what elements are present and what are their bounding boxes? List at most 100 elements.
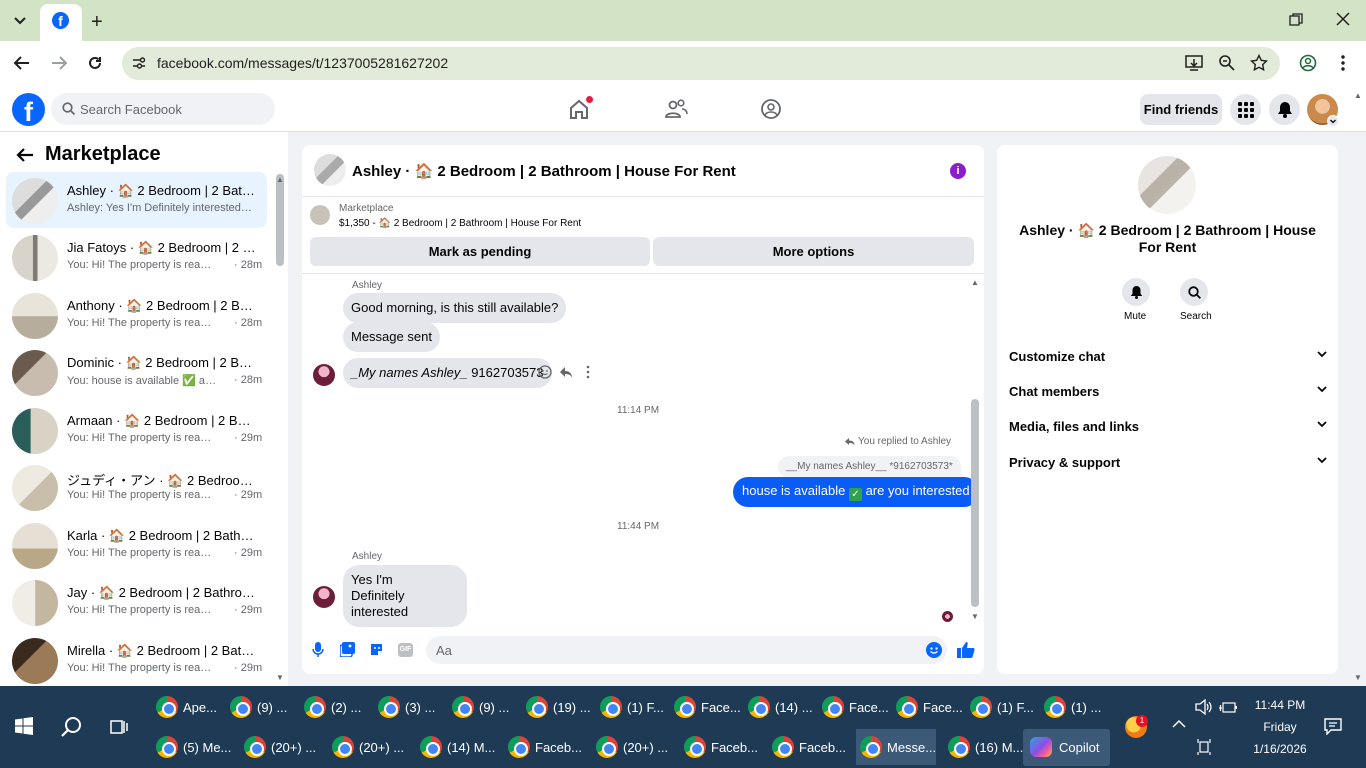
show-hidden-icons-icon[interactable] [1172,719,1186,728]
groups-nav-icon[interactable] [760,98,782,120]
taskbar-window-button[interactable]: (9) ... [448,689,509,725]
windows-start-icon[interactable] [15,717,33,735]
network-icon[interactable] [1197,739,1211,755]
taskbar-window-button[interactable]: Face... [892,689,963,725]
conversation-item[interactable]: Dominic · 🏠 2 Bedroom | 2 Bathroom | Hou… [6,344,267,400]
sidebar-scrollbar[interactable] [276,174,284,266]
taskbar-window-button[interactable]: (1) ... [1040,689,1101,725]
tab-search-button[interactable] [10,10,30,30]
taskbar-window-button[interactable]: (16) M... [944,729,1023,765]
profile-icon[interactable] [1299,54,1317,72]
search-conversation-button[interactable] [1180,278,1208,306]
info-icon[interactable]: i [950,163,966,179]
url-text[interactable]: facebook.com/messages/t/1237005281627202 [157,55,448,71]
taskbar-window-button[interactable]: (1) F... [596,689,664,725]
install-app-icon[interactable] [1185,54,1203,72]
chat-scrollbar[interactable] [971,399,979,607]
conversation-item[interactable]: Mirella · 🏠 2 Bedroom | 2 Bathroom | Hou… [6,632,267,688]
menu-grid-button[interactable] [1230,94,1261,125]
taskbar-window-button[interactable]: (14) ... [744,689,813,725]
message-bubble[interactable]: Good morning, is this still available? [343,293,567,323]
reply-icon[interactable] [559,365,573,379]
privacy-support-section[interactable]: Privacy & support [1009,455,1327,470]
taskbar-window-button[interactable]: (9) ... [226,689,287,725]
like-thumb-icon[interactable] [957,641,975,658]
taskbar-window-button[interactable]: (20+) ... [240,729,316,765]
sender-avatar[interactable] [313,364,335,386]
account-chevron-icon[interactable] [1327,115,1339,127]
zoom-icon[interactable] [1218,54,1236,72]
restore-window-button[interactable] [1289,13,1303,27]
taskbar-window-button[interactable]: Face... [670,689,741,725]
taskbar-window-button[interactable]: Ape... [152,689,217,725]
browser-menu-icon[interactable] [1341,54,1345,72]
taskbar-window-button[interactable]: (19) ... [522,689,591,725]
tab-facebook[interactable]: f [40,4,82,41]
sender-avatar[interactable] [313,586,335,608]
conversation-item[interactable]: Anthony · 🏠 2 Bedroom | 2 Bathroom | Hou… [6,287,267,343]
mark-as-pending-button[interactable]: Mark as pending [310,237,650,266]
conversation-item[interactable]: Armaan · 🏠 2 Bedroom | 2 Bathroom | Hous… [6,402,267,458]
taskbar-window-button[interactable]: (20+) ... [592,729,668,765]
more-actions-icon[interactable] [586,365,590,379]
photo-icon[interactable] [340,642,355,657]
battery-icon[interactable] [1219,702,1237,714]
task-view-icon[interactable] [110,718,128,736]
taskbar-window-button[interactable]: Faceb... [504,729,582,765]
message-bubble[interactable]: _My names Ashley_ 9162703573 [343,358,552,388]
volume-icon[interactable] [1195,699,1213,715]
taskbar-window-button[interactable]: Faceb... [768,729,846,765]
message-input[interactable] [426,636,947,664]
clock-day[interactable]: Friday [1252,720,1308,734]
back-arrow-icon[interactable] [15,146,35,164]
notification-center-icon[interactable] [1324,718,1342,735]
listing-thumbnail[interactable] [310,205,330,225]
scroll-down-icon[interactable]: ▼ [276,673,284,682]
gif-icon[interactable]: GIF [398,643,413,657]
bookmark-star-icon[interactable] [1250,54,1268,72]
taskbar-window-button[interactable]: Face... [818,689,889,725]
mute-button[interactable] [1122,278,1150,306]
microphone-icon[interactable] [312,642,324,658]
page-scroll-down-icon[interactable]: ▼ [1354,673,1362,682]
taskbar-window-button[interactable]: Messe... [856,729,937,765]
new-tab-button[interactable]: + [91,11,103,34]
close-window-button[interactable] [1336,12,1350,26]
message-bubble[interactable]: Message sent [343,322,440,352]
clock-time[interactable]: 11:44 PM [1252,698,1308,712]
taskbar-window-button[interactable]: (5) Me... [152,729,231,765]
conversation-item[interactable]: ジュディ・アン · 🏠 2 Bedroom | 2 Bathroom | Hou… [6,459,267,515]
taskbar-window-button[interactable]: (2) ... [300,689,361,725]
home-nav-icon[interactable] [568,96,593,120]
media-files-links-section[interactable]: Media, files and links [1009,419,1327,434]
quoted-message[interactable]: __My names Ashley__ *9162703573* [778,456,961,478]
site-settings-icon[interactable] [131,55,147,71]
notifications-button[interactable] [1269,94,1300,125]
taskbar-window-button[interactable]: (1) F... [966,689,1034,725]
emoji-icon[interactable] [926,642,942,658]
sticker-icon[interactable] [369,642,384,657]
conversation-item[interactable]: Karla · 🏠 2 Bedroom | 2 Bathroom | House… [6,517,267,573]
listing-price-line[interactable]: $1,350 - 🏠 2 Bedroom | 2 Bathroom | Hous… [339,218,581,229]
chat-scroll-down-icon[interactable]: ▼ [971,612,979,621]
message-bubble[interactable]: Yes I'm Definitely interested [343,565,467,627]
outgoing-message-bubble[interactable]: house is available ✓ are you interested [733,477,979,507]
chat-avatar[interactable] [314,154,346,186]
conversation-item[interactable]: Ashley · 🏠 2 Bedroom | 2 Bathroom | Hous… [6,172,267,228]
chat-members-section[interactable]: Chat members [1009,384,1327,399]
reload-button[interactable] [86,54,104,72]
friends-nav-icon[interactable] [664,98,688,120]
back-button[interactable] [13,54,31,72]
more-options-button[interactable]: More options [653,237,974,266]
taskbar-window-button[interactable]: (14) M... [416,729,495,765]
taskbar-window-button[interactable]: (20+) ... [328,729,404,765]
taskbar-window-button[interactable]: (3) ... [374,689,435,725]
conversation-item[interactable]: Jay · 🏠 2 Bedroom | 2 Bathroom | House F… [6,574,267,630]
facebook-logo-icon[interactable]: f [12,93,45,127]
find-friends-button[interactable]: Find friends [1140,94,1222,125]
chat-title[interactable]: Ashley · 🏠 2 Bedroom | 2 Bathroom | Hous… [352,162,736,180]
taskbar-search-icon[interactable] [61,716,83,738]
conversation-item[interactable]: Jia Fatoys · 🏠 2 Bedroom | 2 Bathroom | … [6,229,267,285]
react-icon[interactable] [538,365,552,379]
forward-button[interactable] [50,54,68,72]
